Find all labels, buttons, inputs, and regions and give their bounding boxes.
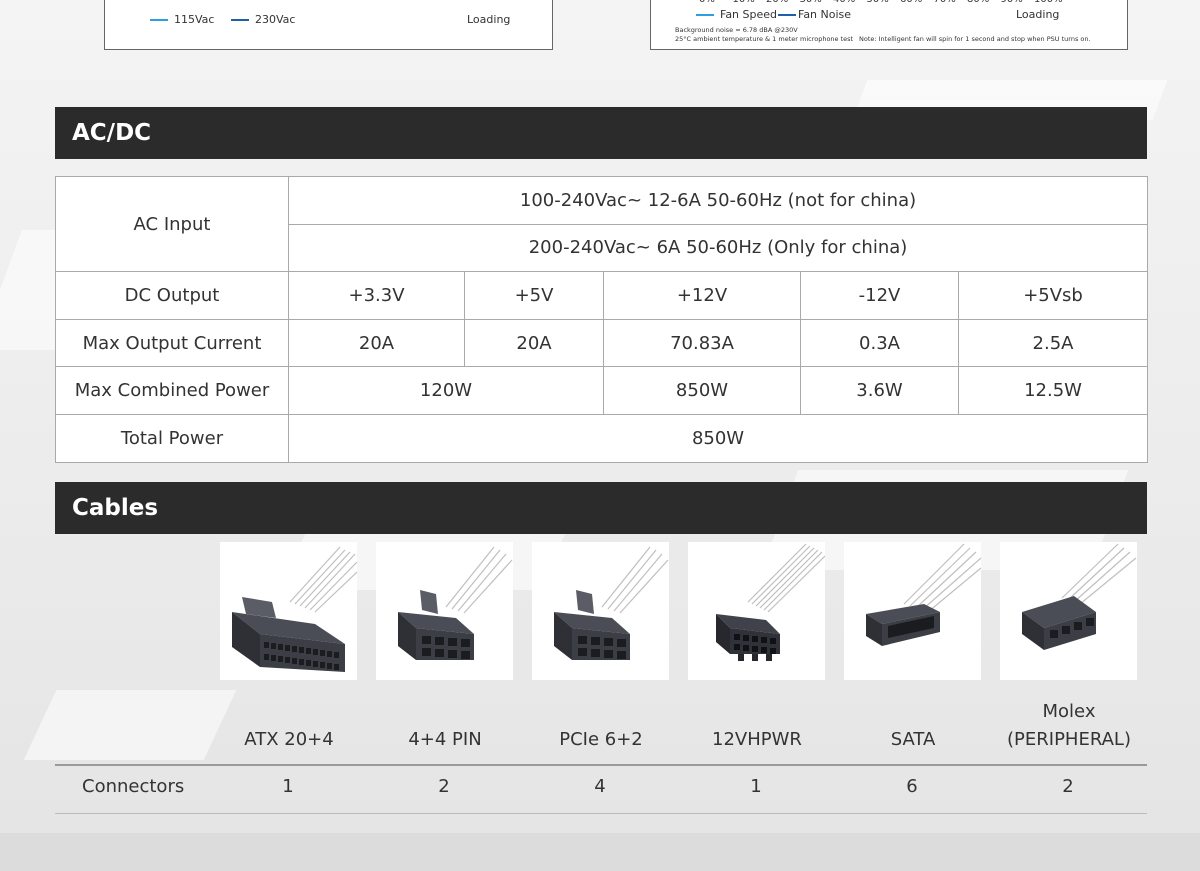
efficiency-chart-fragment: 115Vac 230Vac Loading xyxy=(104,0,553,50)
cable-label-molex-line1: Molex xyxy=(1042,701,1096,722)
legend-115vac: 115Vac xyxy=(150,13,214,26)
table-row: Max Output Current 20A 20A 70.83A 0.3A 2… xyxy=(55,318,1149,368)
cable-label-12vhpwr: 12VHPWR xyxy=(712,729,802,750)
cable-label-eps: 4+4 PIN xyxy=(408,729,482,750)
x-tick-label: 90% xyxy=(1001,0,1023,5)
cable-label-pcie: PCIe 6+2 xyxy=(559,729,643,750)
dc-output-cell: +3.3V xyxy=(288,271,465,320)
table-row: Total Power 850W xyxy=(55,413,1149,463)
x-tick-label: 70% xyxy=(934,0,956,5)
x-tick-label: 80% xyxy=(967,0,989,5)
cable-label-sata: SATA xyxy=(890,729,936,750)
cable-label-molex-line2: (PERIPHERAL) xyxy=(1007,729,1131,750)
section-header-acdc: AC/DC xyxy=(55,107,1147,159)
table-row: Max Combined Power 120W 850W 3.6W 12.5W xyxy=(55,366,1149,415)
footer-strip xyxy=(0,833,1200,871)
legend-230vac: 230Vac xyxy=(231,13,295,26)
x-tick-label: 10% xyxy=(733,0,755,5)
x-tick-label: 60% xyxy=(900,0,922,5)
max-combined-label: Max Combined Power xyxy=(55,366,289,415)
max-combined-cell: 120W xyxy=(288,366,604,415)
dc-output-label: DC Output xyxy=(55,271,289,320)
molex-connector-image xyxy=(1000,542,1137,680)
x-tick-label: 20% xyxy=(766,0,788,5)
ac-input-value-1: 100-240Vac~ 12-6A 50-60Hz (not for china… xyxy=(287,176,1149,225)
dc-output-cell: +5Vsb xyxy=(957,271,1149,320)
eps-connector-image xyxy=(376,542,513,680)
connector-count: 1 xyxy=(750,776,762,797)
x-tick-label: 50% xyxy=(867,0,889,5)
connector-count: 1 xyxy=(282,776,294,797)
max-current-cell: 0.3A xyxy=(800,318,959,368)
connector-count: 2 xyxy=(1062,776,1074,797)
fan-chart-fragment: 0% 10% 20% 30% 40% 50% 60% 70% 80% 90% 100% Fan Sp… xyxy=(650,0,1128,50)
12vhpwr-connector-image xyxy=(688,542,826,680)
x-axis-label: Loading xyxy=(467,13,511,26)
dc-output-cell: -12V xyxy=(800,271,959,320)
max-combined-cell: 850W xyxy=(603,366,801,415)
x-tick-label: 100% xyxy=(1034,0,1063,5)
pcie-connector-image xyxy=(532,542,669,680)
x-axis-label: Loading xyxy=(1016,8,1060,21)
sata-connector-image xyxy=(844,542,982,680)
max-current-cell: 20A xyxy=(464,318,604,368)
table-row: DC Output +3.3V +5V +12V -12V +5Vsb xyxy=(55,271,1149,320)
note-ambient: 25°C ambient temperature & 1 meter micro… xyxy=(675,35,854,43)
acdc-spec-table: AC Input 100-240Vac~ 12-6A 50-60Hz (not … xyxy=(55,175,1149,463)
atx-connector-image xyxy=(220,542,358,680)
connector-count: 6 xyxy=(906,776,918,797)
total-power-value: 850W xyxy=(287,413,1149,463)
connector-count: 4 xyxy=(594,776,606,797)
ac-input-label: AC Input xyxy=(55,175,289,273)
cable-label-atx: ATX 20+4 xyxy=(244,729,334,750)
max-current-cell: 20A xyxy=(288,318,465,368)
max-current-label: Max Output Current xyxy=(55,318,289,368)
x-tick-label: 40% xyxy=(833,0,855,5)
max-combined-cell: 12.5W xyxy=(957,366,1149,415)
cable-label-molex: Molex (PERIPHERAL) xyxy=(989,698,1149,754)
legend-fan-noise: Fan Noise xyxy=(778,8,851,21)
connector-count: 2 xyxy=(438,776,450,797)
max-current-cell: 70.83A xyxy=(603,318,801,368)
total-power-label: Total Power xyxy=(55,413,289,463)
max-current-cell: 2.5A xyxy=(957,318,1149,368)
dc-output-cell: +12V xyxy=(603,271,801,320)
cables-divider xyxy=(55,764,1147,766)
note-background-noise: Background noise = 6.78 dBA @230V xyxy=(675,26,798,34)
note-fan: Note: Intelligent fan will spin for 1 se… xyxy=(859,35,1091,43)
legend-fan-speed: Fan Speed xyxy=(696,8,777,21)
x-tick-label: 30% xyxy=(800,0,822,5)
table-row: AC Input 100-240Vac~ 12-6A 50-60Hz (not … xyxy=(55,175,1149,273)
x-tick-label: 0% xyxy=(699,0,715,5)
max-combined-cell: 3.6W xyxy=(800,366,959,415)
section-header-cables: Cables xyxy=(55,482,1147,534)
ac-input-value-2: 200-240Vac~ 6A 50-60Hz (Only for china) xyxy=(287,223,1149,273)
connectors-label: Connectors xyxy=(82,776,185,797)
cables-bottom-line xyxy=(55,813,1147,814)
dc-output-cell: +5V xyxy=(464,271,604,320)
